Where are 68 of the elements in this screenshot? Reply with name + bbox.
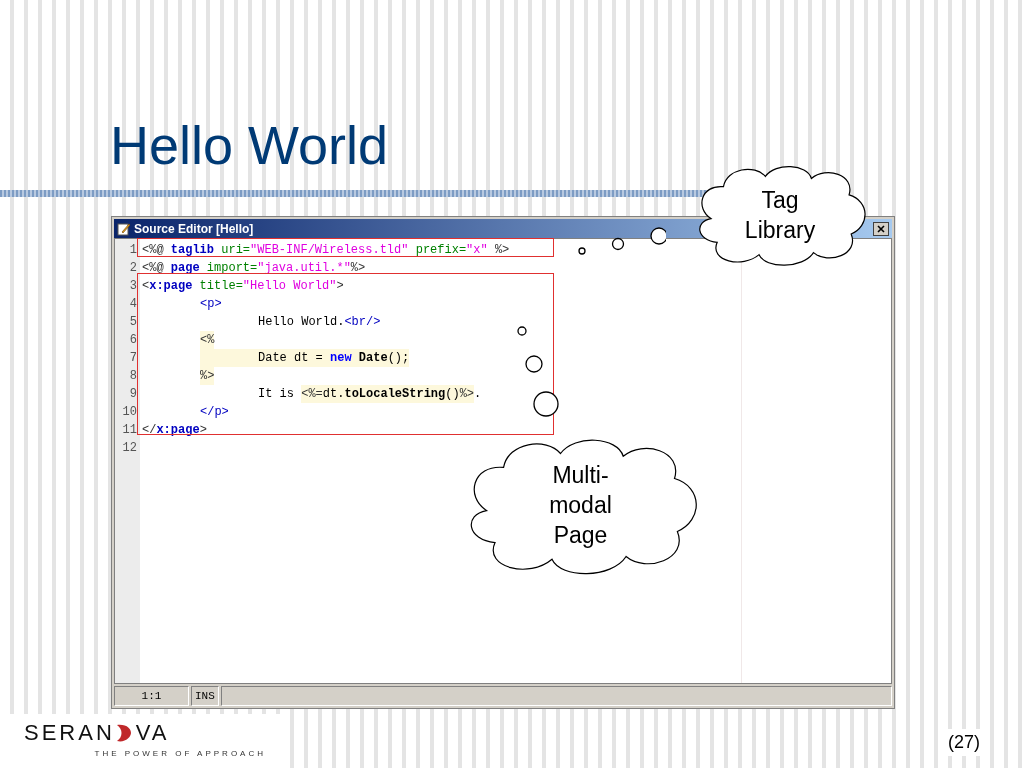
code-token: uri= xyxy=(220,242,251,259)
code-token: Hello World. xyxy=(258,314,345,331)
code-token: x:page xyxy=(149,278,193,295)
line-number: 1 xyxy=(128,242,138,259)
logo-wordmark: VA xyxy=(135,722,170,744)
code-token: %> xyxy=(493,242,510,259)
line-number: 10 xyxy=(121,404,138,421)
close-icon xyxy=(877,224,885,233)
code-token: <%@ xyxy=(142,260,165,277)
thought-bubble xyxy=(517,326,527,336)
code-token: <%= xyxy=(301,385,323,403)
line-number: 6 xyxy=(128,332,138,349)
code-token: title= xyxy=(198,278,243,295)
code-token: <%@ xyxy=(142,242,165,259)
line-number: 4 xyxy=(128,296,138,313)
line-number: 11 xyxy=(121,422,138,439)
code-token: taglib xyxy=(170,242,215,259)
line-number: 3 xyxy=(128,278,138,295)
code-token: <p> xyxy=(200,296,222,313)
code-token: "java.util.*" xyxy=(257,260,351,277)
code-token: <% xyxy=(200,331,215,349)
code-token: </p> xyxy=(200,404,229,421)
code-token: %> xyxy=(200,367,215,385)
page-number: (27) xyxy=(948,729,980,756)
code-token: toLocaleString xyxy=(344,385,446,403)
code-token: () xyxy=(445,385,460,403)
line-number: 8 xyxy=(128,368,138,385)
code-token: (); xyxy=(387,349,410,367)
code-token: < xyxy=(142,278,150,295)
code-token: %> xyxy=(350,260,366,277)
callout-text: Page xyxy=(553,521,608,550)
code-token: "x" xyxy=(466,242,488,259)
code-token: . xyxy=(474,386,482,403)
code-token: > xyxy=(199,422,207,439)
callout-text: modal xyxy=(549,491,612,520)
status-field: 1:1 xyxy=(114,686,189,706)
thought-bubble xyxy=(533,391,559,417)
line-number: 2 xyxy=(128,260,138,277)
code-token: dt. xyxy=(322,385,345,403)
code-token: page xyxy=(170,260,200,277)
thought-bubble xyxy=(578,247,586,255)
crescent-icon xyxy=(114,723,133,743)
code-token: <br/> xyxy=(344,314,381,331)
line-number: 5 xyxy=(128,314,138,331)
logo-tagline: THE POWER OF APPROACH xyxy=(94,748,266,760)
code-token: prefix= xyxy=(414,242,467,259)
code-token: x:page xyxy=(156,422,200,439)
edit-icon xyxy=(117,221,131,236)
line-number: 12 xyxy=(121,440,138,457)
code-token: It is xyxy=(258,386,295,403)
code-token: </ xyxy=(142,422,157,439)
status-field: INS xyxy=(191,686,219,706)
thought-bubble xyxy=(650,227,666,245)
callout-text: Library xyxy=(744,215,816,245)
code-token: import= xyxy=(205,260,258,277)
thought-bubble xyxy=(611,237,625,251)
callout-text: Multi- xyxy=(552,461,609,490)
code-token: "WEB-INF/Wireless.tld" xyxy=(250,242,409,259)
slide-title: Hello World xyxy=(110,118,389,172)
line-number: 9 xyxy=(128,386,138,403)
thought-bubble xyxy=(525,355,543,373)
logo-wordmark: SERAN xyxy=(24,722,115,744)
line-number: 7 xyxy=(128,350,138,367)
window-title: Source Editor [Hello] xyxy=(134,220,254,238)
code-token: > xyxy=(336,278,344,295)
close-button[interactable] xyxy=(873,221,889,236)
callout-text: Tag xyxy=(761,185,799,215)
code-token: "Hello World" xyxy=(242,278,337,295)
